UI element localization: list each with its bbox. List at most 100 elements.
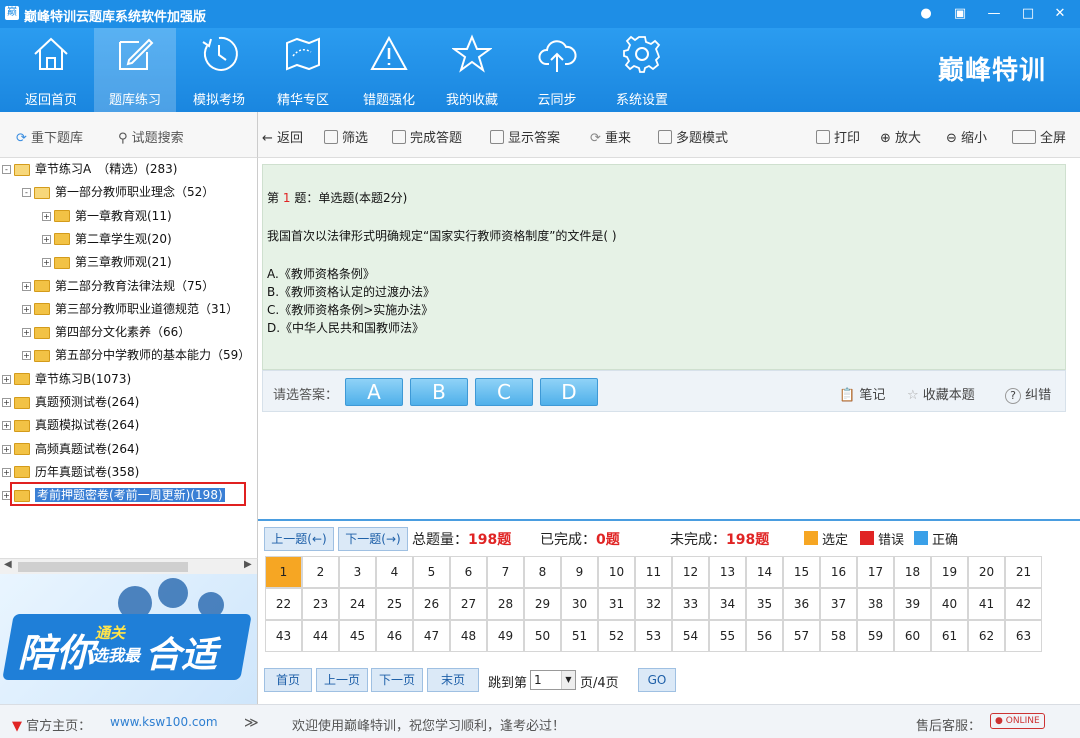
tree-node[interactable]: + 第三章教师观(21) [42, 251, 172, 273]
question-cell[interactable]: 7 [487, 556, 524, 588]
qq-online-button[interactable]: ● ONLINE [990, 713, 1045, 729]
home-url-link[interactable]: www.ksw100.com [110, 715, 218, 729]
scroll-left-icon[interactable]: ◀ [4, 559, 12, 570]
question-cell[interactable]: 22 [265, 588, 302, 620]
expand-icon[interactable]: + [22, 328, 31, 338]
page-select[interactable]: 1 ▼ [530, 670, 576, 690]
answer-b-button[interactable]: B [410, 378, 468, 406]
nav-favorite-button[interactable]: 我的收藏 [431, 28, 513, 112]
question-cell[interactable]: 28 [487, 588, 524, 620]
go-button[interactable]: GO [638, 668, 676, 692]
nav-settings-button[interactable]: 系统设置 [601, 28, 683, 112]
last-page-button[interactable]: 末页 [427, 668, 479, 692]
tree-horizontal-scrollbar[interactable]: ◀ ▶ [0, 558, 258, 574]
question-cell[interactable]: 10 [598, 556, 635, 588]
question-cell[interactable]: 9 [561, 556, 598, 588]
question-cell[interactable]: 51 [561, 620, 598, 652]
prev-question-button[interactable]: 上一题(←) [264, 527, 334, 551]
maximize-button[interactable]: □ [1016, 4, 1040, 24]
user-icon[interactable]: ● [914, 4, 938, 24]
expand-arrow-icon[interactable]: ≫ [244, 715, 259, 731]
question-cell[interactable]: 23 [302, 588, 339, 620]
close-button[interactable]: ✕ [1048, 4, 1072, 24]
multi-mode-button[interactable]: 多题模式 [658, 127, 728, 146]
question-cell[interactable]: 31 [598, 588, 635, 620]
nav-practice-button[interactable]: 题库练习 [94, 28, 176, 112]
expand-icon[interactable]: + [22, 304, 31, 314]
option-c[interactable]: C.《教师资格条例>实施办法》 [267, 301, 433, 318]
tree-node[interactable]: + 第二章学生观(20) [42, 228, 172, 250]
nav-wrong-button[interactable]: 错题强化 [348, 28, 430, 112]
reload-bank-button[interactable]: ⟳ 重下题库 [16, 127, 83, 146]
tree-node[interactable]: + 高频真题试卷(264) [2, 438, 139, 460]
question-cell[interactable]: 12 [672, 556, 709, 588]
question-cell[interactable]: 4 [376, 556, 413, 588]
option-a[interactable]: A.《教师资格条例》 [267, 265, 375, 282]
question-cell[interactable]: 43 [265, 620, 302, 652]
question-cell[interactable]: 38 [857, 588, 894, 620]
next-page-button[interactable]: 下一页 [371, 668, 423, 692]
zoom-out-button[interactable]: ⊖ 缩小 [946, 127, 987, 146]
question-cell[interactable]: 55 [709, 620, 746, 652]
question-cell[interactable]: 53 [635, 620, 672, 652]
question-cell[interactable]: 48 [450, 620, 487, 652]
expand-icon[interactable]: + [2, 467, 11, 477]
question-cell[interactable]: 50 [524, 620, 561, 652]
tree-node[interactable]: + 章节练习B(1073) [2, 368, 131, 390]
question-cell[interactable]: 61 [931, 620, 968, 652]
question-cell[interactable]: 15 [783, 556, 820, 588]
tree-node[interactable]: - 章节练习A （精选）(283) [2, 158, 177, 180]
question-cell[interactable]: 33 [672, 588, 709, 620]
question-cell[interactable]: 40 [931, 588, 968, 620]
question-cell[interactable]: 46 [376, 620, 413, 652]
question-cell[interactable]: 36 [783, 588, 820, 620]
back-button[interactable]: ← 返回 [262, 127, 303, 146]
question-cell[interactable]: 5 [413, 556, 450, 588]
question-cell[interactable]: 16 [820, 556, 857, 588]
expand-icon[interactable]: + [22, 281, 31, 291]
tree-node[interactable]: + 第四部分文化素养（66） [22, 321, 190, 343]
nav-home-button[interactable]: 返回首页 [10, 28, 92, 112]
question-cell[interactable]: 54 [672, 620, 709, 652]
tree-node[interactable]: + 第二部分教育法律法规（75） [22, 275, 214, 297]
question-cell[interactable]: 25 [376, 588, 413, 620]
first-page-button[interactable]: 首页 [264, 668, 312, 692]
expand-icon[interactable]: + [42, 211, 51, 221]
expand-icon[interactable]: + [22, 351, 31, 361]
question-cell[interactable]: 34 [709, 588, 746, 620]
question-cell[interactable]: 52 [598, 620, 635, 652]
answer-a-button[interactable]: A [345, 378, 403, 406]
expand-icon[interactable]: + [2, 374, 11, 384]
question-cell[interactable]: 30 [561, 588, 598, 620]
expand-icon[interactable]: + [2, 444, 11, 454]
zoom-in-button[interactable]: ⊕ 放大 [880, 127, 921, 146]
tree-node[interactable]: + 真题模拟试卷(264) [2, 414, 139, 436]
question-cell[interactable]: 57 [783, 620, 820, 652]
question-cell[interactable]: 6 [450, 556, 487, 588]
filter-button[interactable]: 筛选 [324, 127, 368, 146]
report-error-button[interactable]: ? 纠错 [1005, 384, 1051, 404]
question-cell[interactable]: 19 [931, 556, 968, 588]
question-cell[interactable]: 20 [968, 556, 1005, 588]
question-cell[interactable]: 18 [894, 556, 931, 588]
question-cell[interactable]: 56 [746, 620, 783, 652]
question-cell[interactable]: 24 [339, 588, 376, 620]
chevron-down-icon[interactable]: ▼ [561, 671, 575, 689]
expand-icon[interactable]: + [2, 421, 11, 431]
tree-node[interactable]: + 第一章教育观(11) [42, 205, 172, 227]
expand-icon[interactable]: + [42, 234, 51, 244]
question-cell[interactable]: 21 [1005, 556, 1042, 588]
search-questions-button[interactable]: ⚲ 试题搜索 [118, 127, 184, 146]
question-cell[interactable]: 35 [746, 588, 783, 620]
fullscreen-button[interactable]: 全屏 [1012, 127, 1066, 146]
note-button[interactable]: 📋 笔记 [839, 384, 885, 403]
tree-node[interactable]: + 第三部分教师职业道德规范（31） [22, 298, 238, 320]
tree-node[interactable]: + 第五部分中学教师的基本能力（59） [22, 344, 250, 366]
option-b[interactable]: B.《教师资格认定的过渡办法》 [267, 283, 435, 300]
question-cell[interactable]: 29 [524, 588, 561, 620]
question-cell[interactable]: 13 [709, 556, 746, 588]
print-button[interactable]: 打印 [816, 127, 860, 146]
collapse-icon[interactable]: - [22, 188, 31, 198]
nav-sync-button[interactable]: 云同步 [516, 28, 598, 112]
question-cell[interactable]: 27 [450, 588, 487, 620]
